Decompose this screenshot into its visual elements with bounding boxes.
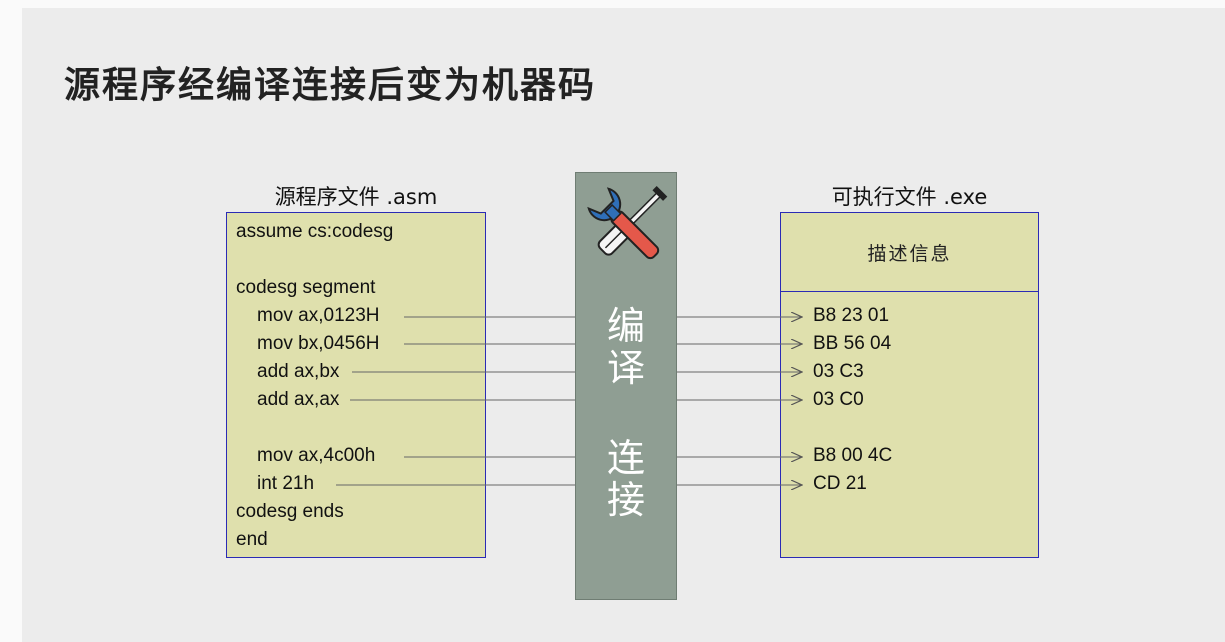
link-char-2: 接 (606, 478, 645, 522)
compile-link-bar: 编 译 连 接 (575, 172, 677, 600)
compile-char-2: 译 (606, 346, 645, 390)
wrench-screwdriver-icon (580, 179, 674, 279)
